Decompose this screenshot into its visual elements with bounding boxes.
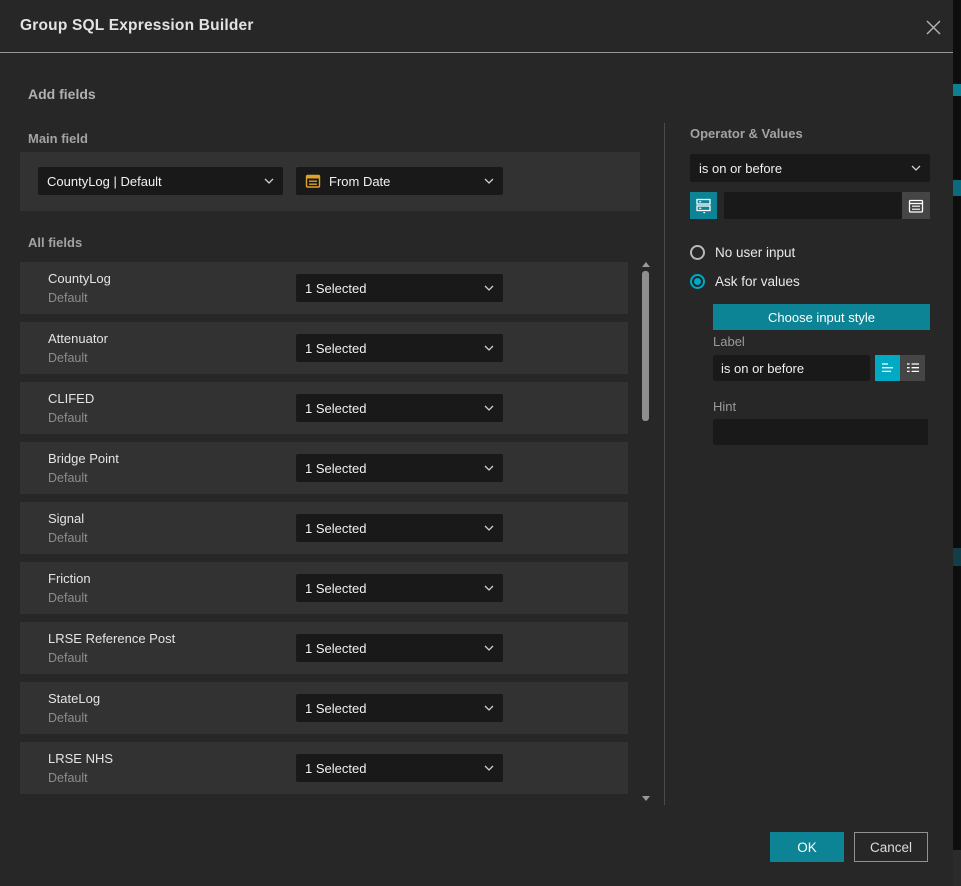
all-fields-list: CountyLog Default 1 Selected Attenuator … — [20, 262, 628, 802]
field-row: Bridge Point Default 1 Selected — [20, 442, 628, 494]
field-select-value: From Date — [329, 174, 390, 189]
chevron-down-icon — [484, 525, 494, 531]
close-icon — [925, 19, 942, 36]
value-source-button[interactable] — [690, 192, 717, 219]
row-selection-select[interactable]: 1 Selected — [296, 514, 503, 542]
field-row: CountyLog Default 1 Selected — [20, 262, 628, 314]
field-row: Attenuator Default 1 Selected — [20, 322, 628, 374]
field-row: LRSE Reference Post Default 1 Selected — [20, 622, 628, 674]
align-left-toggle[interactable] — [875, 355, 900, 381]
row-selection-select[interactable]: 1 Selected — [296, 754, 503, 782]
field-name: Signal — [48, 511, 84, 526]
align-left-icon — [881, 362, 895, 374]
dialog-titlebar: Group SQL Expression Builder — [0, 0, 953, 53]
chevron-down-icon — [484, 285, 494, 291]
field-subtitle: Default — [48, 351, 88, 365]
radio-ask-for-values[interactable]: Ask for values — [690, 274, 800, 289]
list-scrollbar[interactable] — [639, 258, 653, 805]
hint-label: Hint — [713, 399, 736, 414]
field-name: CLIFED — [48, 391, 94, 406]
field-name: LRSE Reference Post — [48, 631, 175, 646]
input-source-icon — [695, 197, 712, 214]
field-select[interactable]: From Date — [296, 167, 503, 195]
background-fragment — [953, 84, 961, 96]
chevron-down-icon — [264, 178, 274, 184]
layer-select-value: CountyLog | Default — [47, 174, 162, 189]
group-sql-expression-builder-dialog: Group SQL Expression Builder Add fields … — [0, 0, 953, 886]
screen: Group SQL Expression Builder Add fields … — [0, 0, 961, 886]
row-selection-select[interactable]: 1 Selected — [296, 334, 503, 362]
background-fragment — [953, 548, 961, 566]
radio-off-icon — [690, 245, 705, 260]
chevron-down-icon — [484, 765, 494, 771]
background-app-sliver — [953, 0, 961, 886]
field-subtitle: Default — [48, 591, 88, 605]
field-name: CountyLog — [48, 271, 111, 286]
chevron-down-icon — [911, 165, 921, 171]
chevron-down-icon — [484, 705, 494, 711]
date-picker-button[interactable] — [902, 192, 930, 219]
background-fragment — [953, 180, 961, 196]
field-name: LRSE NHS — [48, 751, 113, 766]
radio-no-user-input[interactable]: No user input — [690, 245, 795, 260]
chevron-down-icon — [484, 645, 494, 651]
field-name: Attenuator — [48, 331, 108, 346]
field-subtitle: Default — [48, 771, 88, 785]
operator-select[interactable]: is on or before — [690, 154, 930, 182]
cancel-button[interactable]: Cancel — [854, 832, 928, 862]
scroll-up-icon[interactable] — [642, 262, 650, 267]
ok-button[interactable]: OK — [770, 832, 844, 862]
label-input[interactable] — [713, 355, 870, 381]
row-selection-select[interactable]: 1 Selected — [296, 394, 503, 422]
field-subtitle: Default — [48, 291, 88, 305]
row-selection-select[interactable]: 1 Selected — [296, 634, 503, 662]
list-toggle[interactable] — [900, 355, 925, 381]
row-selection-select[interactable]: 1 Selected — [296, 694, 503, 722]
field-row: LRSE NHS Default 1 Selected — [20, 742, 628, 794]
value-input[interactable] — [724, 192, 902, 219]
list-icon — [906, 362, 920, 374]
scrollbar-thumb[interactable] — [642, 271, 649, 421]
chevron-down-icon — [484, 345, 494, 351]
row-selection-select[interactable]: 1 Selected — [296, 574, 503, 602]
radio-on-icon — [690, 274, 705, 289]
field-subtitle: Default — [48, 531, 88, 545]
chevron-down-icon — [484, 465, 494, 471]
add-fields-heading: Add fields — [28, 86, 96, 102]
operator-values-heading: Operator & Values — [690, 126, 803, 141]
value-row — [690, 192, 930, 219]
calendar-icon — [908, 198, 924, 214]
chevron-down-icon — [484, 178, 494, 184]
field-row: StateLog Default 1 Selected — [20, 682, 628, 734]
background-fragment — [953, 850, 961, 886]
field-subtitle: Default — [48, 651, 88, 665]
hint-input[interactable] — [713, 419, 928, 445]
row-selection-select[interactable]: 1 Selected — [296, 274, 503, 302]
field-subtitle: Default — [48, 471, 88, 485]
operator-value: is on or before — [699, 161, 782, 176]
label-label: Label — [713, 334, 745, 349]
field-row: Signal Default 1 Selected — [20, 502, 628, 554]
choose-input-style-button[interactable]: Choose input style — [713, 304, 930, 330]
main-field-heading: Main field — [28, 131, 88, 146]
panel-divider — [664, 123, 665, 805]
main-field-box: CountyLog | Default From Date — [20, 152, 640, 211]
scroll-down-icon[interactable] — [642, 796, 650, 801]
field-row: CLIFED Default 1 Selected — [20, 382, 628, 434]
field-subtitle: Default — [48, 711, 88, 725]
field-name: StateLog — [48, 691, 100, 706]
field-name: Friction — [48, 571, 91, 586]
all-fields-heading: All fields — [28, 235, 82, 250]
field-row: Friction Default 1 Selected — [20, 562, 628, 614]
calendar-icon — [305, 173, 321, 189]
close-button[interactable] — [921, 15, 945, 39]
dialog-title: Group SQL Expression Builder — [20, 17, 254, 35]
chevron-down-icon — [484, 585, 494, 591]
chevron-down-icon — [484, 405, 494, 411]
field-subtitle: Default — [48, 411, 88, 425]
layer-select[interactable]: CountyLog | Default — [38, 167, 283, 195]
row-selection-select[interactable]: 1 Selected — [296, 454, 503, 482]
field-name: Bridge Point — [48, 451, 119, 466]
